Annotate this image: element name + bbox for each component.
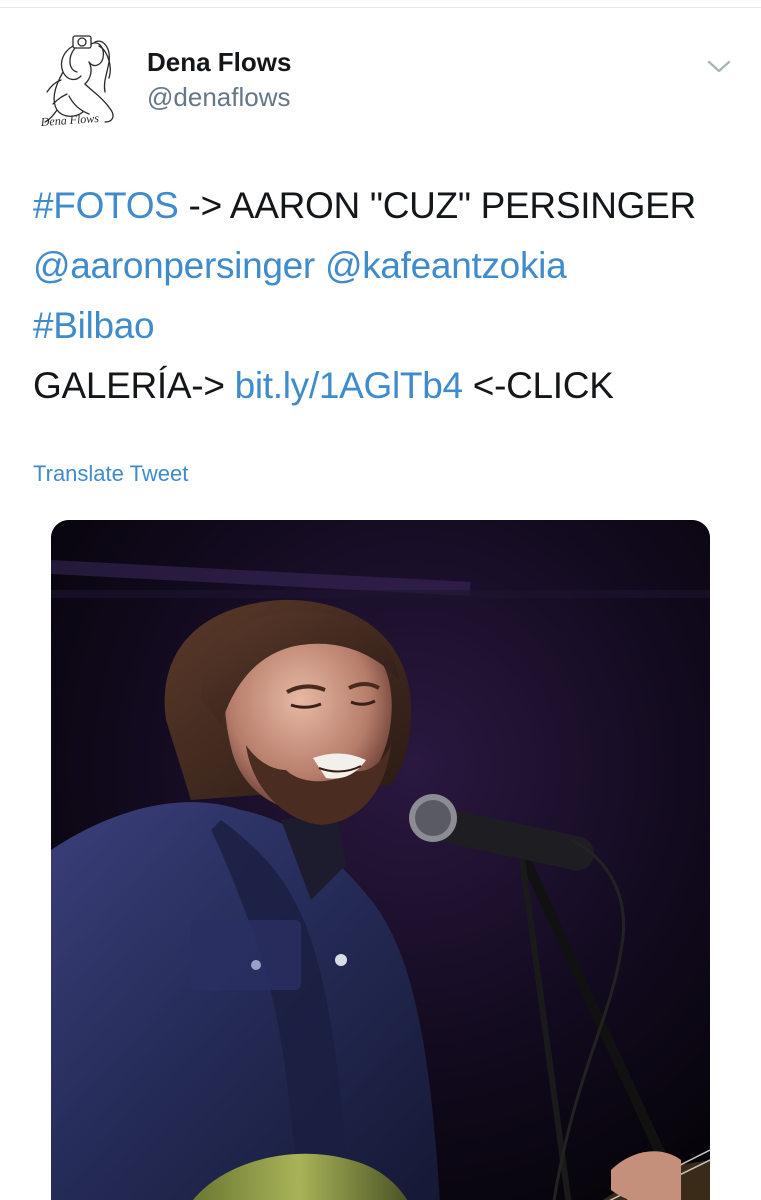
concert-photo	[51, 520, 710, 1200]
hashtag-bilbao-link[interactable]: #Bilbao	[33, 305, 155, 346]
user-handle[interactable]: @denaflows	[147, 81, 290, 113]
display-name[interactable]: Dena Flows	[147, 46, 291, 78]
translate-tweet-link[interactable]: Translate Tweet	[33, 460, 188, 488]
avatar[interactable]: Dena Flows	[33, 26, 129, 132]
mention-kafeantzokia-link[interactable]: @kafeantzokia	[325, 245, 567, 286]
hashtag-fotos-link[interactable]: #FOTOS	[33, 185, 179, 226]
tweet-text: #FOTOS -> AARON "CUZ" PERSINGER @aaronpe…	[33, 176, 743, 416]
tweet-title-text: -> AARON "CUZ" PERSINGER	[178, 185, 697, 226]
tweet-line-4: GALERÍA-> bit.ly/1AGlTb4 <-CLICK	[33, 356, 743, 416]
tweet-line-3: #Bilbao	[33, 296, 743, 356]
gallery-prefix-text: GALERÍA->	[33, 365, 235, 406]
tweet-photo[interactable]	[51, 520, 710, 1200]
gallery-short-link[interactable]: bit.ly/1AGlTb4	[235, 365, 463, 406]
top-divider	[0, 7, 761, 8]
mention-aaronpersinger-link[interactable]: @aaronpersinger	[33, 245, 315, 286]
chevron-down-icon	[707, 60, 731, 73]
tweet-menu-button[interactable]	[704, 54, 734, 78]
gallery-suffix-text: <-CLICK	[462, 365, 614, 406]
photographer-sketch-icon: Dena Flows	[33, 26, 129, 132]
mention-separator	[315, 245, 325, 286]
tweet-line-2: @aaronpersinger @kafeantzokia	[33, 236, 743, 296]
tweet-line-1: #FOTOS -> AARON "CUZ" PERSINGER	[33, 176, 743, 236]
